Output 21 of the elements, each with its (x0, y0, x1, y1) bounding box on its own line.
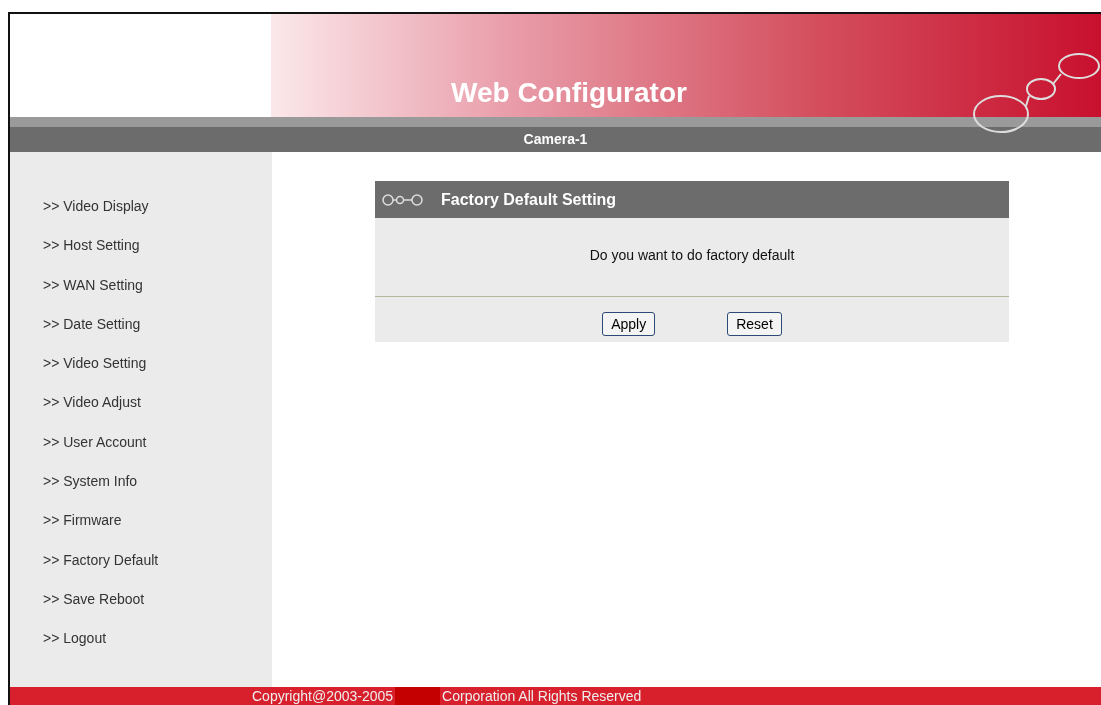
sidebar-link[interactable]: >> Save Reboot (10, 586, 145, 611)
sidebar-link[interactable]: >> Video Setting (10, 351, 147, 376)
apply-button[interactable]: Apply (602, 312, 656, 336)
sidebar-link[interactable]: >> Video Adjust (10, 390, 141, 415)
copyright-text: Copyright@2003-2005 (252, 687, 394, 705)
sidebar-link[interactable]: >> Video Display (10, 194, 149, 218)
sidebar-link[interactable]: >> Firmware (10, 508, 122, 533)
device-name-bar: Camera-1 (10, 127, 1101, 152)
sidebar-link[interactable]: >> WAN Setting (10, 272, 143, 297)
sidebar-link[interactable]: >> User Account (10, 429, 147, 454)
sidebar-link[interactable]: >> Factory Default (10, 547, 159, 572)
reset-button[interactable]: Reset (727, 312, 782, 336)
sidebar-link[interactable]: >> System Info (10, 469, 138, 494)
redaction-block (395, 687, 441, 705)
sidebar-link[interactable]: >> Date Setting (10, 311, 141, 336)
sidebar-link[interactable]: >> Logout (10, 626, 107, 651)
confirm-message: Do you want to do factory default (588, 246, 796, 265)
app-title: Web Configurator (451, 77, 687, 109)
panel-title: Factory Default Setting (441, 190, 617, 209)
rights-text: Corporation All Rights Reserved (442, 687, 642, 705)
sidebar-link[interactable]: >> Host Setting (10, 233, 140, 258)
